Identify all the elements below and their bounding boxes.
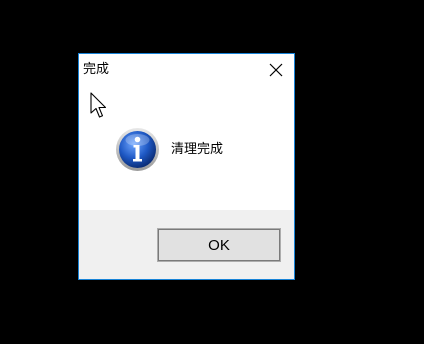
close-icon — [269, 63, 283, 77]
dialog-title: 完成 — [83, 62, 110, 77]
desktop-background: 完成 清理完成 OK — [0, 0, 424, 344]
dialog-content: 清理完成 — [79, 84, 294, 210]
dialog-message: 清理完成 — [171, 142, 224, 157]
dialog-footer: OK — [79, 210, 294, 279]
info-icon — [115, 127, 160, 172]
mouse-cursor-icon — [90, 92, 107, 118]
close-button[interactable] — [262, 59, 290, 81]
ok-button[interactable]: OK — [157, 228, 281, 262]
dialog-titlebar[interactable]: 完成 — [79, 54, 294, 84]
message-dialog: 完成 清理完成 OK — [78, 53, 295, 280]
